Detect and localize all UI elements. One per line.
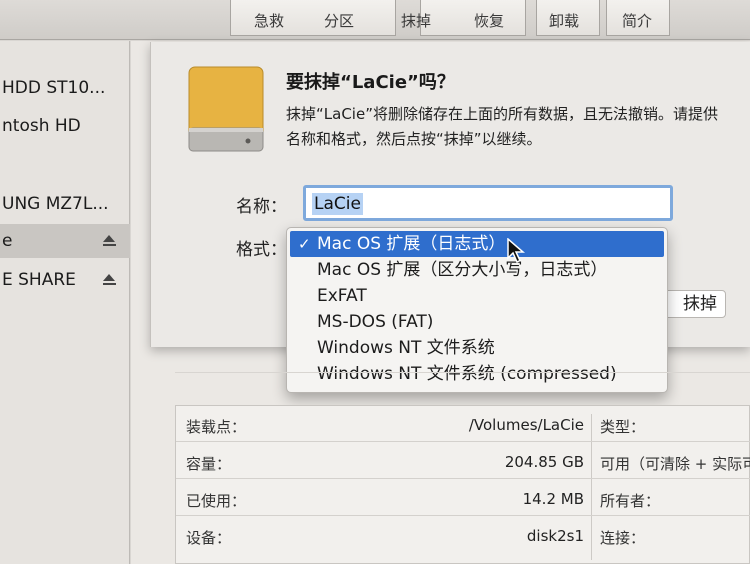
sheet-title: 要抹掉“LaCie”吗？	[286, 72, 455, 93]
menu-item-label: MS-DOS (FAT)	[317, 312, 434, 332]
info-key: 可用（可清除 + 实际可	[600, 455, 750, 473]
sidebar-item-label: e	[2, 231, 13, 251]
menu-item-mac-os-extended-case-sensitive[interactable]: Mac OS 扩展（区分大小写，日志式）	[287, 257, 667, 283]
table-row: 已使用： 14.2 MB 所有者：	[176, 480, 750, 516]
info-key: 容量：	[186, 455, 232, 473]
format-label: 格式：	[236, 240, 287, 260]
info-value: disk2s1	[526, 527, 584, 545]
restore-button[interactable]: 恢复	[454, 10, 524, 31]
partition-button[interactable]: 分区	[304, 10, 374, 31]
info-key: 装载点：	[186, 418, 247, 436]
mouse-cursor-icon	[507, 238, 526, 264]
erase-toolbar-button[interactable]: 抹掉	[381, 10, 451, 31]
first-aid-button[interactable]: 急救	[234, 10, 304, 31]
format-menu: ✓ Mac OS 扩展（日志式） Mac OS 扩展（区分大小写，日志式） Ex…	[286, 227, 668, 393]
menu-item-ms-dos-fat[interactable]: MS-DOS (FAT)	[287, 309, 667, 335]
menu-item-exfat[interactable]: ExFAT	[287, 283, 667, 309]
menu-item-label: ExFAT	[317, 286, 367, 306]
sidebar-item-label: UNG MZ7L...	[2, 194, 109, 214]
table-row: 设备： disk2s1 连接：	[176, 517, 750, 553]
info-value: 14.2 MB	[522, 490, 584, 508]
info-value: /Volumes/LaCie	[468, 416, 584, 434]
eject-icon[interactable]	[103, 235, 116, 247]
info-key: 已使用：	[186, 492, 247, 510]
sidebar-item-hdd[interactable]: HDD ST10...	[0, 71, 130, 105]
sidebar-item-label: E SHARE	[2, 270, 76, 290]
sidebar-item-lacie[interactable]: e	[0, 224, 130, 258]
divider	[175, 372, 750, 373]
sidebar: HDD ST10... ntosh HD UNG MZ7L... e E SHA…	[0, 41, 130, 564]
menu-item-mac-os-extended-journaled[interactable]: ✓ Mac OS 扩展（日志式）	[290, 231, 664, 257]
sidebar-item-label: HDD ST10...	[2, 78, 106, 98]
table-row: 装载点： /Volumes/LaCie 类型：	[176, 406, 750, 442]
info-value: 204.85 GB	[504, 453, 584, 471]
checkmark-icon: ✓	[298, 235, 311, 253]
sidebar-item-share[interactable]: E SHARE	[0, 263, 130, 297]
sidebar-item-macintosh-hd[interactable]: ntosh HD	[0, 109, 130, 143]
name-label: 名称：	[236, 197, 287, 217]
unmount-button[interactable]: 卸载	[529, 10, 599, 31]
sidebar-item-label: ntosh HD	[2, 116, 81, 136]
external-disk-icon	[188, 66, 264, 152]
menu-item-label: Mac OS 扩展（日志式）	[317, 234, 506, 254]
menu-item-windows-nt[interactable]: Windows NT 文件系统	[287, 335, 667, 361]
info-button[interactable]: 简介	[602, 10, 672, 31]
menu-item-label: Mac OS 扩展（区分大小写，日志式）	[317, 260, 608, 280]
menu-item-label: Windows NT 文件系统 (compressed)	[317, 364, 617, 384]
toolbar: 急救 分区 抹掉 恢复 卸载 简介	[0, 0, 750, 40]
info-key: 设备：	[186, 529, 232, 547]
info-key: 所有者：	[600, 492, 661, 510]
eject-icon[interactable]	[103, 274, 116, 286]
menu-item-windows-nt-compressed[interactable]: Windows NT 文件系统 (compressed)	[287, 361, 667, 387]
table-row: 容量： 204.85 GB 可用（可清除 + 实际可	[176, 443, 750, 479]
volume-info-table: 装载点： /Volumes/LaCie 类型： 容量： 204.85 GB 可用…	[175, 405, 750, 564]
menu-item-label: Windows NT 文件系统	[317, 338, 495, 358]
info-key: 类型：	[600, 418, 646, 436]
name-field-value: LaCie	[312, 193, 363, 215]
info-key: 连接：	[600, 529, 646, 547]
sheet-description: 抹掉“LaCie”将删除储存在上面的所有数据，且无法撤销。请提供名称和格式，然后…	[286, 105, 718, 148]
sidebar-item-samsung[interactable]: UNG MZ7L...	[0, 187, 130, 221]
name-field[interactable]: LaCie	[303, 185, 673, 221]
